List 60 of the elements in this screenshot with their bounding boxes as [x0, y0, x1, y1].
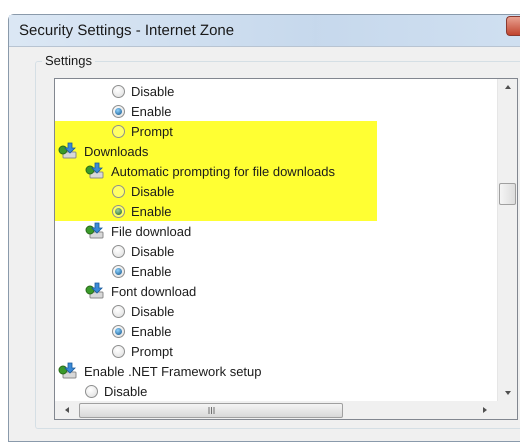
scroll-thumb[interactable] — [79, 402, 343, 418]
radio-button[interactable] — [112, 204, 125, 218]
option-label: Disable — [104, 384, 148, 398]
radio-button[interactable] — [112, 344, 125, 358]
option-label: Enable — [131, 324, 172, 338]
option-label: Enable — [131, 264, 172, 278]
radio-button[interactable] — [112, 244, 125, 258]
globe-download-icon — [58, 362, 78, 380]
grip-icon — [208, 406, 214, 414]
close-button[interactable] — [506, 16, 520, 36]
globe-download-icon — [58, 142, 78, 160]
option-row[interactable]: Prompt — [55, 341, 377, 361]
option-row[interactable]: Disable — [55, 381, 377, 401]
setting-label: Automatic prompting for file downloads — [111, 164, 336, 178]
scroll-thumb[interactable] — [499, 183, 516, 205]
left-arrow-icon — [63, 406, 71, 414]
radio-button[interactable] — [112, 84, 125, 98]
setting-row[interactable]: Downloads — [55, 141, 377, 161]
option-label: Disable — [131, 304, 174, 318]
setting-row[interactable]: Font download — [55, 281, 377, 301]
globe-download-icon — [85, 282, 105, 300]
option-row[interactable]: Enable — [55, 261, 377, 281]
radio-button[interactable] — [112, 184, 125, 198]
radio-button[interactable] — [112, 304, 125, 318]
radio-button[interactable] — [112, 124, 125, 138]
setting-label: File download — [111, 224, 192, 238]
option-label: Enable — [131, 104, 172, 118]
setting-row[interactable]: Automatic prompting for file downloads — [55, 161, 377, 181]
setting-row[interactable]: Enable .NET Framework setup — [55, 361, 377, 381]
up-arrow-icon — [504, 83, 512, 91]
radio-button[interactable] — [112, 104, 125, 118]
radio-button[interactable] — [112, 324, 125, 338]
option-label: Disable — [131, 184, 174, 198]
group-label: Settings — [42, 53, 95, 68]
window-title: Security Settings - Internet Zone — [19, 22, 234, 39]
option-label: Disable — [131, 84, 174, 98]
globe-download-icon — [85, 222, 105, 240]
radio-button[interactable] — [85, 384, 98, 398]
horizontal-scrollbar[interactable] — [55, 401, 497, 419]
setting-row[interactable]: File download — [55, 221, 377, 241]
setting-label: Font download — [111, 284, 196, 298]
option-label: Enable — [131, 204, 172, 218]
globe-download-icon — [85, 162, 105, 180]
setting-label: Downloads — [84, 144, 148, 158]
setting-label: Enable .NET Framework setup — [84, 364, 262, 378]
down-arrow-icon — [504, 389, 512, 397]
option-row[interactable]: Enable — [55, 201, 377, 221]
option-row[interactable]: Enable — [55, 321, 377, 341]
option-row[interactable]: Disable — [55, 241, 377, 261]
option-row[interactable]: Disable — [55, 81, 377, 101]
option-row[interactable]: Disable — [55, 301, 377, 321]
option-row[interactable]: Enable — [55, 101, 377, 121]
option-label: Prompt — [131, 344, 173, 358]
vertical-scrollbar[interactable] — [497, 79, 517, 401]
right-arrow-icon — [481, 406, 489, 414]
option-row[interactable]: Prompt — [55, 121, 377, 141]
radio-button[interactable] — [112, 264, 125, 278]
option-row[interactable]: Disable — [55, 181, 377, 201]
option-label: Prompt — [131, 124, 173, 138]
option-label: Disable — [131, 244, 174, 258]
